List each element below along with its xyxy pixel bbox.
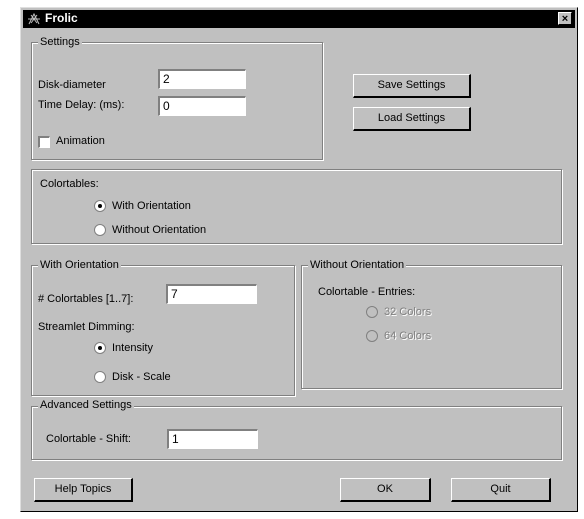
colortables-count-input[interactable]: 7: [166, 284, 257, 304]
intensity-label: Intensity: [112, 342, 153, 354]
help-topics-button[interactable]: Help Topics: [34, 478, 133, 502]
quit-button[interactable]: Quit: [451, 478, 551, 502]
without-orientation-group: Without Orientation: [301, 259, 562, 389]
colortable-entries-label: Colortable - Entries:: [318, 286, 416, 298]
entries-option2-label: 64 Colors: [384, 330, 432, 342]
colortables-count-label: # Colortables [1..7]:: [38, 293, 134, 305]
frolic-dialog: Frolic × Settings Disk-diameter 2 Time D…: [20, 7, 578, 512]
with-orientation-group-label: With Orientation: [38, 259, 121, 271]
entries-option1-radio[interactable]: [366, 306, 378, 318]
disk-scale-radio[interactable]: [94, 371, 106, 383]
animation-checkbox[interactable]: [38, 136, 50, 148]
entries-option2-radio[interactable]: [366, 330, 378, 342]
disk-scale-label: Disk - Scale: [112, 371, 171, 383]
streamlet-dimming-label: Streamlet Dimming:: [38, 321, 135, 333]
animation-label: Animation: [56, 135, 105, 147]
title-bar[interactable]: Frolic ×: [23, 10, 575, 28]
time-delay-input[interactable]: 0: [158, 96, 246, 116]
app-icon: [28, 12, 40, 25]
advanced-settings-group-label: Advanced Settings: [38, 399, 134, 411]
time-delay-label: Time Delay: (ms):: [38, 99, 125, 111]
close-button[interactable]: ×: [558, 12, 572, 25]
ok-button[interactable]: OK: [340, 478, 431, 502]
disk-diameter-label: Disk-diameter: [38, 79, 106, 91]
colortables-group-label: Colortables:: [38, 178, 101, 190]
colortable-shift-label: Colortable - Shift:: [46, 433, 131, 445]
save-settings-button[interactable]: Save Settings: [353, 74, 471, 98]
settings-group-label: Settings: [38, 36, 82, 48]
intensity-radio[interactable]: [94, 342, 106, 354]
without-orientation-label: Without Orientation: [112, 224, 207, 236]
without-orientation-group-label: Without Orientation: [308, 259, 407, 271]
disk-diameter-input[interactable]: 2: [158, 69, 246, 89]
load-settings-button[interactable]: Load Settings: [353, 107, 471, 131]
without-orientation-radio[interactable]: [94, 224, 106, 236]
entries-option1-label: 32 Colors: [384, 306, 432, 318]
with-orientation-label: With Orientation: [112, 200, 191, 212]
with-orientation-radio[interactable]: [94, 200, 106, 212]
colortables-group: Colortables:: [31, 169, 562, 244]
colortable-shift-input[interactable]: 1: [167, 429, 258, 449]
window-title: Frolic: [45, 11, 78, 25]
